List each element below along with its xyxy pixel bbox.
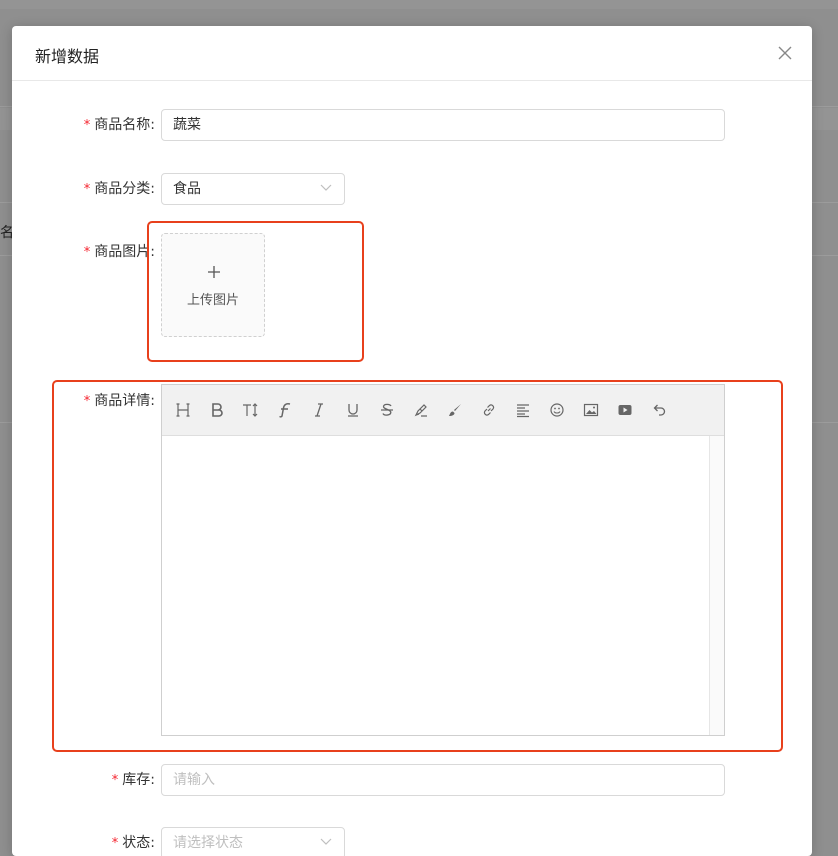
plus-icon (208, 266, 220, 278)
required-mark: * (111, 773, 119, 788)
required-mark: * (111, 836, 119, 851)
field-label: * 库存: (112, 764, 155, 796)
font-family-icon[interactable] (274, 399, 296, 421)
name-input[interactable]: 蔬菜 (161, 109, 725, 141)
chevron-down-icon (320, 838, 332, 845)
stock-label: 库存: (122, 772, 155, 788)
category-select[interactable]: 食品 (161, 173, 345, 205)
editor-scrollbar[interactable] (709, 436, 724, 735)
field-label: * 商品图片: (84, 236, 155, 268)
name-label: 商品名称: (94, 117, 155, 133)
strikethrough-icon[interactable] (376, 399, 398, 421)
category-value: 食品 (173, 181, 201, 197)
close-icon (778, 46, 792, 60)
editor-toolbar (162, 385, 724, 436)
upload-image-button[interactable]: 上传图片 (161, 233, 265, 337)
video-icon[interactable] (614, 399, 636, 421)
emoji-icon[interactable] (546, 399, 568, 421)
field-label: * 商品分类: (84, 173, 155, 205)
field-label: * 商品详情: (84, 385, 155, 417)
upload-text: 上传图片 (186, 293, 239, 308)
link-icon[interactable] (478, 399, 500, 421)
image-icon[interactable] (580, 399, 602, 421)
highlighter-icon[interactable] (410, 399, 432, 421)
rich-text-editor (161, 384, 725, 736)
italic-icon[interactable] (308, 399, 330, 421)
modal-title: 新增数据 (35, 47, 100, 66)
editor-content-area[interactable] (162, 436, 710, 735)
category-label: 商品分类: (94, 181, 155, 197)
required-mark: * (83, 245, 91, 260)
field-label: * 状态: (112, 827, 155, 856)
add-data-modal: 新增数据 *商品名称: 蔬菜 *商品分类: 食品 *商品图片: 上传图片 (12, 26, 812, 856)
status-placeholder: 请选择状态 (173, 835, 243, 851)
detail-label: 商品详情: (94, 393, 155, 409)
chevron-down-icon (320, 184, 332, 191)
close-button[interactable] (772, 40, 798, 66)
image-label: 商品图片: (94, 244, 155, 260)
align-icon[interactable] (512, 399, 534, 421)
heading-icon[interactable] (172, 399, 194, 421)
required-mark: * (83, 118, 91, 133)
stock-input[interactable]: 请输入 (161, 764, 725, 796)
font-size-icon[interactable] (240, 399, 262, 421)
status-select[interactable]: 请选择状态 (161, 827, 345, 856)
required-mark: * (83, 182, 91, 197)
underline-icon[interactable] (342, 399, 364, 421)
modal-header: 新增数据 (12, 26, 812, 81)
backdrop-band (0, 0, 838, 9)
brush-icon[interactable] (444, 399, 466, 421)
required-mark: * (83, 394, 91, 409)
field-label: * 商品名称: (84, 109, 155, 141)
status-label: 状态: (122, 835, 155, 851)
bold-icon[interactable] (206, 399, 228, 421)
undo-icon[interactable] (648, 399, 670, 421)
